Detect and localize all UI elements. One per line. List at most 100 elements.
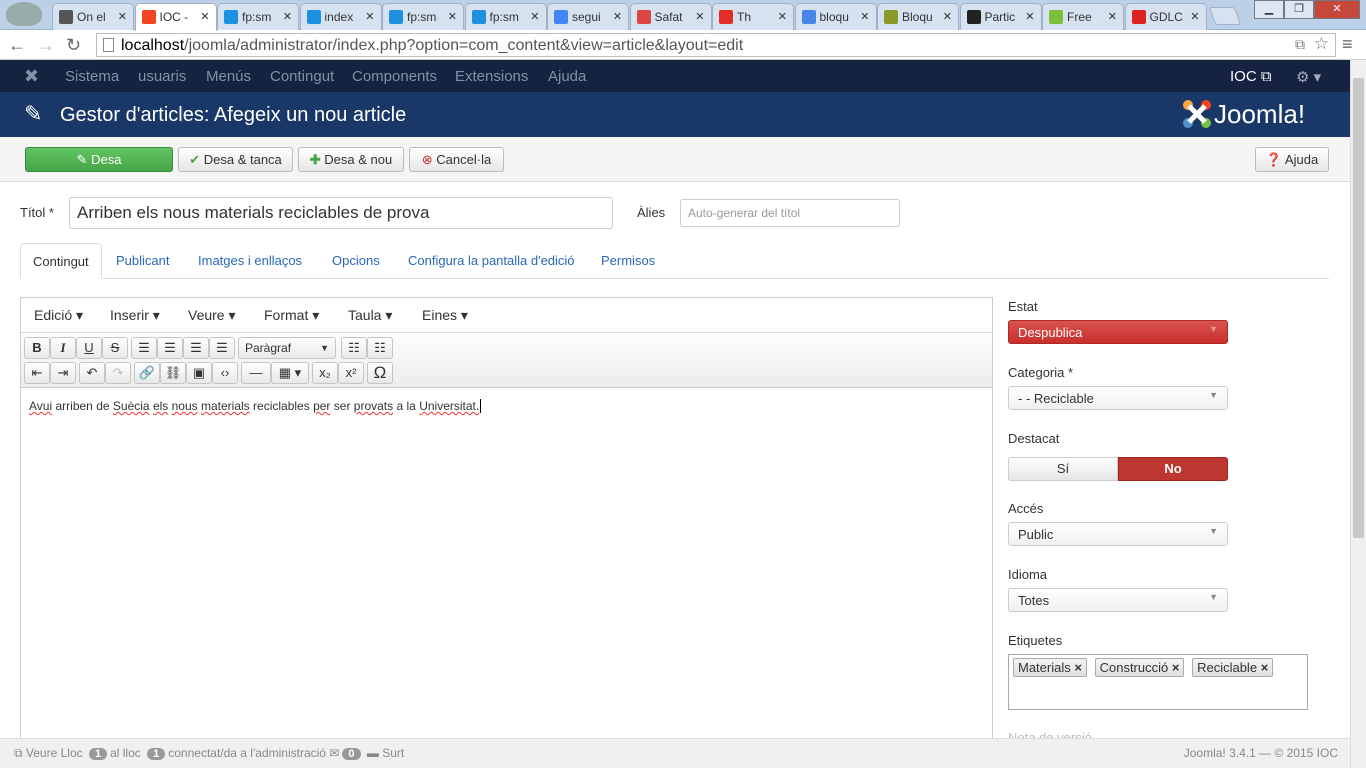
tab-configura[interactable]: Configura la pantalla d'edició [396,243,587,279]
remove-tag-icon[interactable]: × [1172,660,1180,675]
bullet-list-icon[interactable]: ☷ [341,337,367,359]
align-left-icon[interactable]: ☰ [131,337,157,359]
browser-tab[interactable]: index ✕ [299,3,382,30]
editor-menu-eines[interactable]: Eines ▾ [422,307,468,324]
close-tab-icon[interactable]: ✕ [1190,10,1199,23]
joomla-logo-icon[interactable]: ✖ [24,66,39,87]
unlink-icon[interactable]: ⛓ [160,362,186,384]
browser-tab[interactable]: IOC - ✕ [134,3,217,31]
close-tab-icon[interactable]: ✕ [613,10,622,23]
underline-icon[interactable]: U [76,337,102,359]
horizontal-rule-icon[interactable]: — [241,362,271,384]
close-tab-icon[interactable]: ✕ [200,10,209,23]
browser-tab[interactable]: On el ✕ [52,3,134,30]
indent-icon[interactable]: ⇥ [50,362,76,384]
scrollbar-thumb[interactable] [1353,78,1364,538]
messages-badge[interactable]: 0 [342,748,361,760]
settings-gear-icon[interactable]: ⚙ ▾ [1296,68,1321,86]
close-tab-icon[interactable]: ✕ [365,10,374,23]
editor-menu-veure[interactable]: Veure ▾ [188,307,236,324]
bookmark-star-icon[interactable]: ☆ [1314,34,1329,54]
close-tab-icon[interactable]: ✕ [118,10,127,23]
remove-tag-icon[interactable]: × [1261,660,1269,675]
editor-menu-inserir[interactable]: Inserir ▾ [110,307,160,324]
menu-ajuda[interactable]: Ajuda [548,68,586,85]
outdent-icon[interactable]: ⇤ [24,362,50,384]
alias-input[interactable]: Auto-generar del títol [680,199,900,227]
view-site-link[interactable]: ⧉ Veure Lloc [14,746,83,760]
editor-menu-edicio[interactable]: Edició ▾ [34,307,83,324]
save-button[interactable]: ✎ Desa [25,147,173,172]
page-scrollbar[interactable] [1350,60,1366,768]
menu-contingut[interactable]: Contingut [270,68,334,85]
numbered-list-icon[interactable]: ☷ [367,337,393,359]
destacat-yes-button[interactable]: Sí [1008,457,1118,481]
cancel-button[interactable]: ⊗ Cancel·la [409,147,504,172]
new-tab-button[interactable] [1208,7,1242,25]
translate-icon[interactable]: ⧉ [1295,36,1305,53]
categoria-select[interactable]: - - Reciclable ▼ [1008,386,1228,410]
close-tab-icon[interactable]: ✕ [860,10,869,23]
destacat-no-button[interactable]: No [1118,457,1228,481]
reload-icon[interactable]: ↻ [66,35,81,56]
logout-link[interactable]: ▬ Surt [367,746,404,760]
idioma-select[interactable]: Totes ▼ [1008,588,1228,612]
align-center-icon[interactable]: ☰ [157,337,183,359]
close-tab-icon[interactable]: ✕ [530,10,539,23]
browser-tab[interactable]: Th ✕ [712,3,794,30]
maximize-button[interactable]: ❐ [1284,0,1314,19]
editor-menu-taula[interactable]: Taula ▾ [348,307,392,324]
subscript-icon[interactable]: x₂ [312,362,338,384]
browser-tab[interactable]: segui ✕ [547,3,629,30]
undo-icon[interactable]: ↶ [79,362,105,384]
tab-opcions[interactable]: Opcions [320,243,392,279]
table-icon[interactable]: ▦ ▾ [271,362,309,384]
browser-tab[interactable]: Safat ✕ [629,3,712,30]
strikethrough-icon[interactable]: S [102,337,128,359]
estat-select[interactable]: Despublica ▼ [1008,320,1228,344]
menu-usuaris[interactable]: usuaris [138,68,186,85]
browser-tab[interactable]: fp:sm ✕ [464,3,547,30]
browser-tab[interactable]: GDLC ✕ [1124,3,1207,30]
acces-select[interactable]: Public ▼ [1008,522,1228,546]
tab-publicant[interactable]: Publicant [104,243,181,279]
tab-contingut[interactable]: Contingut [20,243,102,279]
menu-extensions[interactable]: Extensions [455,68,528,85]
close-tab-icon[interactable]: ✕ [695,10,704,23]
editor-menu-format[interactable]: Format ▾ [264,307,319,324]
align-justify-icon[interactable]: ☰ [209,337,235,359]
menu-icon[interactable]: ≡ [1342,34,1353,55]
envelope-icon[interactable]: ✉ [329,746,339,760]
menu-menus[interactable]: Menús [206,68,251,85]
redo-icon[interactable]: ↷ [105,362,131,384]
close-tab-icon[interactable]: ✕ [778,10,787,23]
site-link[interactable]: IOC ⧉ [1230,68,1272,85]
block-format-select[interactable]: Paràgraf ▼ [238,337,336,359]
browser-tab[interactable]: bloqu ✕ [794,3,877,30]
help-button[interactable]: ❓ Ajuda [1255,147,1329,172]
close-tab-icon[interactable]: ✕ [283,10,292,23]
url-input[interactable]: localhost/joomla/administrator/index.php… [96,33,1336,57]
close-window-button[interactable]: ✕ [1314,0,1360,19]
save-close-button[interactable]: ✔ Desa & tanca [178,147,293,172]
close-tab-icon[interactable]: ✕ [448,10,457,23]
forward-icon[interactable]: → [37,35,55,56]
editor-content[interactable]: Avui arriben de Suècia els nous material… [21,388,992,424]
title-input[interactable]: Arriben els nous materials reciclables d… [69,197,613,229]
superscript-icon[interactable]: x² [338,362,364,384]
code-icon[interactable]: ‹› [212,362,238,384]
tab-imatges[interactable]: Imatges i enllaços [186,243,314,279]
special-char-icon[interactable]: Ω [367,362,393,384]
save-new-button[interactable]: ✚ Desa & nou [298,147,404,172]
bold-icon[interactable]: B [24,337,50,359]
menu-sistema[interactable]: Sistema [65,68,119,85]
remove-tag-icon[interactable]: × [1074,660,1082,675]
link-icon[interactable]: 🔗 [134,362,160,384]
italic-icon[interactable]: I [50,337,76,359]
image-icon[interactable]: ▣ [186,362,212,384]
tab-permisos[interactable]: Permisos [589,243,667,279]
browser-tab[interactable]: Bloqu ✕ [877,3,959,30]
browser-tab[interactable]: fp:sm ✕ [217,3,299,30]
browser-tab[interactable]: Free ✕ [1042,3,1124,30]
menu-components[interactable]: Components [352,68,437,85]
